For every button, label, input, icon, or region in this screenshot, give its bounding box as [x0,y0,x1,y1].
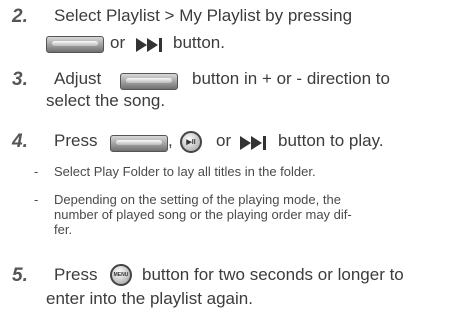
step-text: enter into the playlist again. [46,289,253,308]
note-dash: - [34,192,39,207]
note-dash: - [34,164,39,179]
note-text: number of played song or the playing ord… [54,207,352,222]
step-number: 4. [12,131,28,152]
step-text: Press [54,131,98,150]
note-text: Depending on the setting of the playing … [54,192,341,207]
step-text: button for two seconds or longer to [142,265,404,284]
play-pause-icon: ▶II [180,131,202,153]
step-number: 5. [12,265,28,286]
menu-icon: MENU [110,264,132,286]
step-text: or [110,33,126,52]
note-text: Select Play Folder to lay all titles in … [54,164,316,179]
step-text: button. [173,33,225,52]
step-text: Press [54,265,98,284]
step-text: Adjust [54,69,102,88]
step-number: 2. [12,6,28,27]
step-text: Select Playlist > My Playlist by pressin… [54,6,353,25]
rocker-button-icon [46,36,104,53]
step-text: or [216,131,232,150]
step-text: button to play. [278,131,384,150]
skip-forward-icon [240,136,266,150]
step-text: select the song. [46,91,166,110]
step-number: 3. [12,69,28,90]
step-text: button in + or - direction to [192,69,390,88]
step-text: , [168,131,173,150]
note-text: fer. [54,222,73,237]
rocker-button-icon [110,135,168,152]
skip-forward-icon [136,38,162,52]
rocker-button-icon [120,73,178,90]
